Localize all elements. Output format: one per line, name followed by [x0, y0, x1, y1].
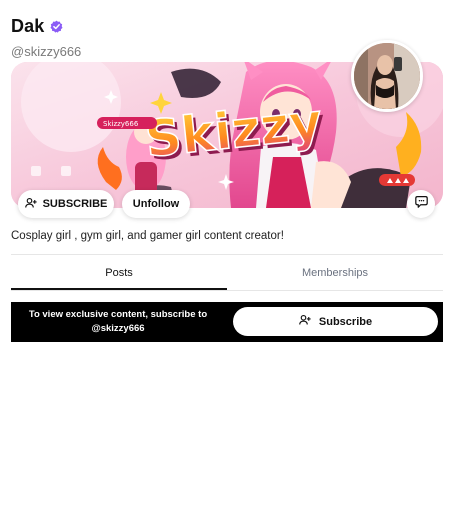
unfollow-label: Unfollow [132, 198, 180, 210]
tabs-top-divider [11, 254, 443, 255]
avatar[interactable] [351, 40, 423, 112]
subscribe-button[interactable]: SUBSCRIBE [18, 190, 114, 218]
chat-button[interactable] [407, 190, 435, 218]
banner-tag: Skizzy666 [103, 120, 139, 128]
avatar-photo [354, 43, 420, 109]
chat-bubble-icon [414, 195, 428, 213]
unfollow-button[interactable]: Unfollow [122, 190, 190, 218]
name-row: Dak [11, 16, 81, 37]
person-add-icon [24, 197, 37, 212]
tabs-bottom-divider [11, 290, 443, 291]
promo-message: To view exclusive content, subscribe to … [28, 309, 208, 334]
subscribe-label: SUBSCRIBE [42, 198, 108, 210]
display-name: Dak [11, 16, 45, 36]
tab-posts-label: Posts [105, 267, 133, 279]
profile-tabs: Posts Memberships [11, 256, 443, 290]
promo-subscribe-button[interactable]: Subscribe [233, 307, 438, 336]
profile-header: Dak @skizzy666 [11, 16, 81, 59]
profile-handle: @skizzy666 [11, 44, 82, 59]
promo-subscribe-label: Subscribe [318, 315, 373, 328]
tab-memberships[interactable]: Memberships [227, 256, 443, 290]
tab-memberships-label: Memberships [301, 267, 369, 279]
subscribe-promo-banner: To view exclusive content, subscribe to … [11, 302, 443, 342]
tab-posts[interactable]: Posts [11, 256, 227, 290]
person-add-icon [299, 314, 311, 329]
verified-badge-icon [50, 20, 63, 33]
profile-bio: Cosplay girl , gym girl, and gamer girl … [11, 230, 284, 242]
